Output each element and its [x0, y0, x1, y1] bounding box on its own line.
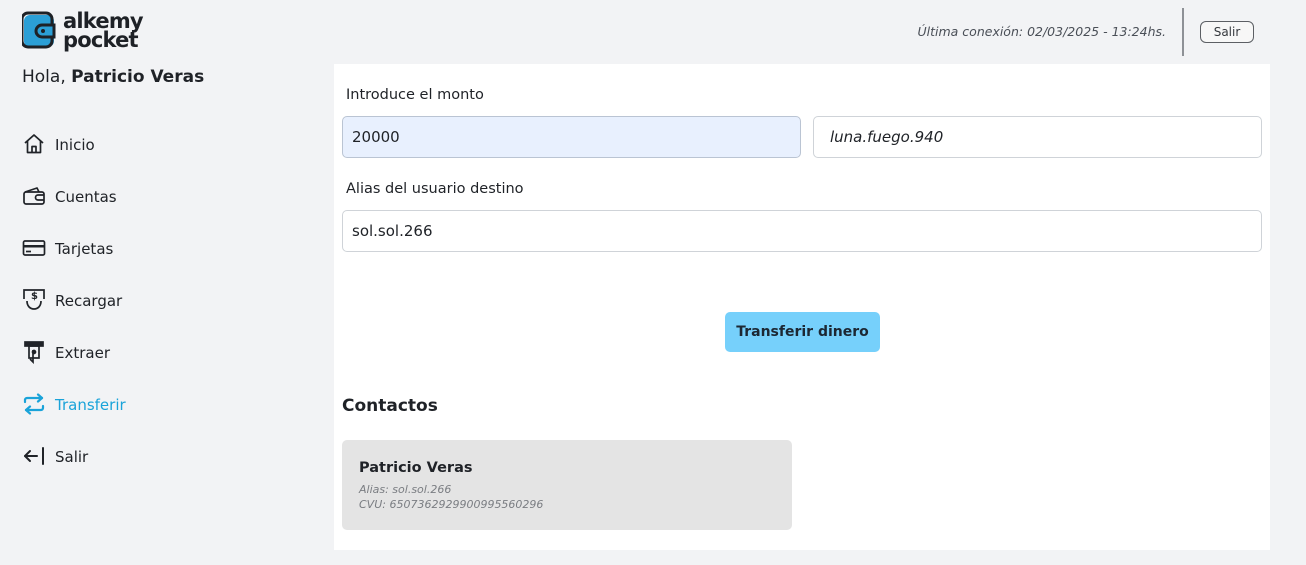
- greeting: Hola, Patricio Veras: [22, 67, 204, 87]
- logo-line-2: pocket: [63, 28, 139, 52]
- contact-alias: Alias: sol.sol.266: [359, 483, 452, 496]
- amount-label: Introduce el monto: [346, 87, 484, 103]
- contacts-title: Contactos: [342, 396, 438, 416]
- logout-arrow-icon: [22, 444, 46, 468]
- source-alias-field[interactable]: luna.fuego.940: [813, 116, 1262, 158]
- sidebar-item-inicio[interactable]: Inicio: [22, 118, 322, 170]
- svg-text:$: $: [31, 291, 38, 302]
- transfer-arrows-icon: [22, 392, 46, 416]
- logout-button[interactable]: Salir: [1200, 21, 1254, 43]
- sidebar-item-label: Tarjetas: [55, 240, 114, 258]
- dest-alias-label: Alias del usuario destino: [346, 181, 524, 197]
- app-logo[interactable]: alkemy pocket: [22, 11, 144, 52]
- contact-cvu: CVU: 6507362929900995560296: [359, 498, 544, 511]
- sidebar-item-tarjetas[interactable]: Tarjetas: [22, 222, 322, 274]
- contact-name: Patricio Veras: [359, 460, 473, 476]
- dest-alias-input[interactable]: sol.sol.266: [342, 210, 1262, 252]
- sidebar-item-label: Salir: [55, 448, 89, 466]
- recharge-icon: $: [22, 288, 46, 312]
- home-icon: [22, 132, 46, 156]
- sidebar-item-label: Recargar: [55, 292, 123, 310]
- atm-withdraw-icon: [22, 340, 46, 364]
- header-divider: [1182, 8, 1184, 56]
- wallet-logo-icon: [22, 11, 56, 49]
- transfer-panel: Introduce el monto 20000 luna.fuego.940 …: [334, 64, 1270, 550]
- amount-input[interactable]: 20000: [342, 116, 801, 158]
- sidebar-item-transferir[interactable]: Transferir: [22, 378, 322, 430]
- transfer-money-button[interactable]: Transferir dinero: [725, 312, 880, 352]
- wallet-icon: [22, 184, 46, 208]
- last-connection-text: Última conexión: 02/03/2025 - 13:24hs.: [917, 24, 1167, 39]
- sidebar-item-label: Inicio: [55, 136, 95, 154]
- contact-card[interactable]: Patricio Veras Alias: sol.sol.266 CVU: 6…: [342, 440, 792, 530]
- logo-text: alkemy pocket: [63, 11, 144, 52]
- sidebar-item-extraer[interactable]: Extraer: [22, 326, 322, 378]
- sidebar-item-label: Extraer: [55, 344, 110, 362]
- sidebar-item-recargar[interactable]: $ Recargar: [22, 274, 322, 326]
- greeting-prefix: Hola,: [22, 67, 66, 87]
- credit-card-icon: [22, 236, 46, 260]
- sidebar-item-cuentas[interactable]: Cuentas: [22, 170, 322, 222]
- sidebar-item-label: Transferir: [55, 396, 126, 414]
- sidebar-item-salir[interactable]: Salir: [22, 430, 322, 482]
- sidebar-item-label: Cuentas: [55, 188, 117, 206]
- sidebar-nav: Inicio Cuentas Tarjetas $ Recargar Extra…: [22, 118, 322, 482]
- user-name: Patricio Veras: [71, 67, 205, 87]
